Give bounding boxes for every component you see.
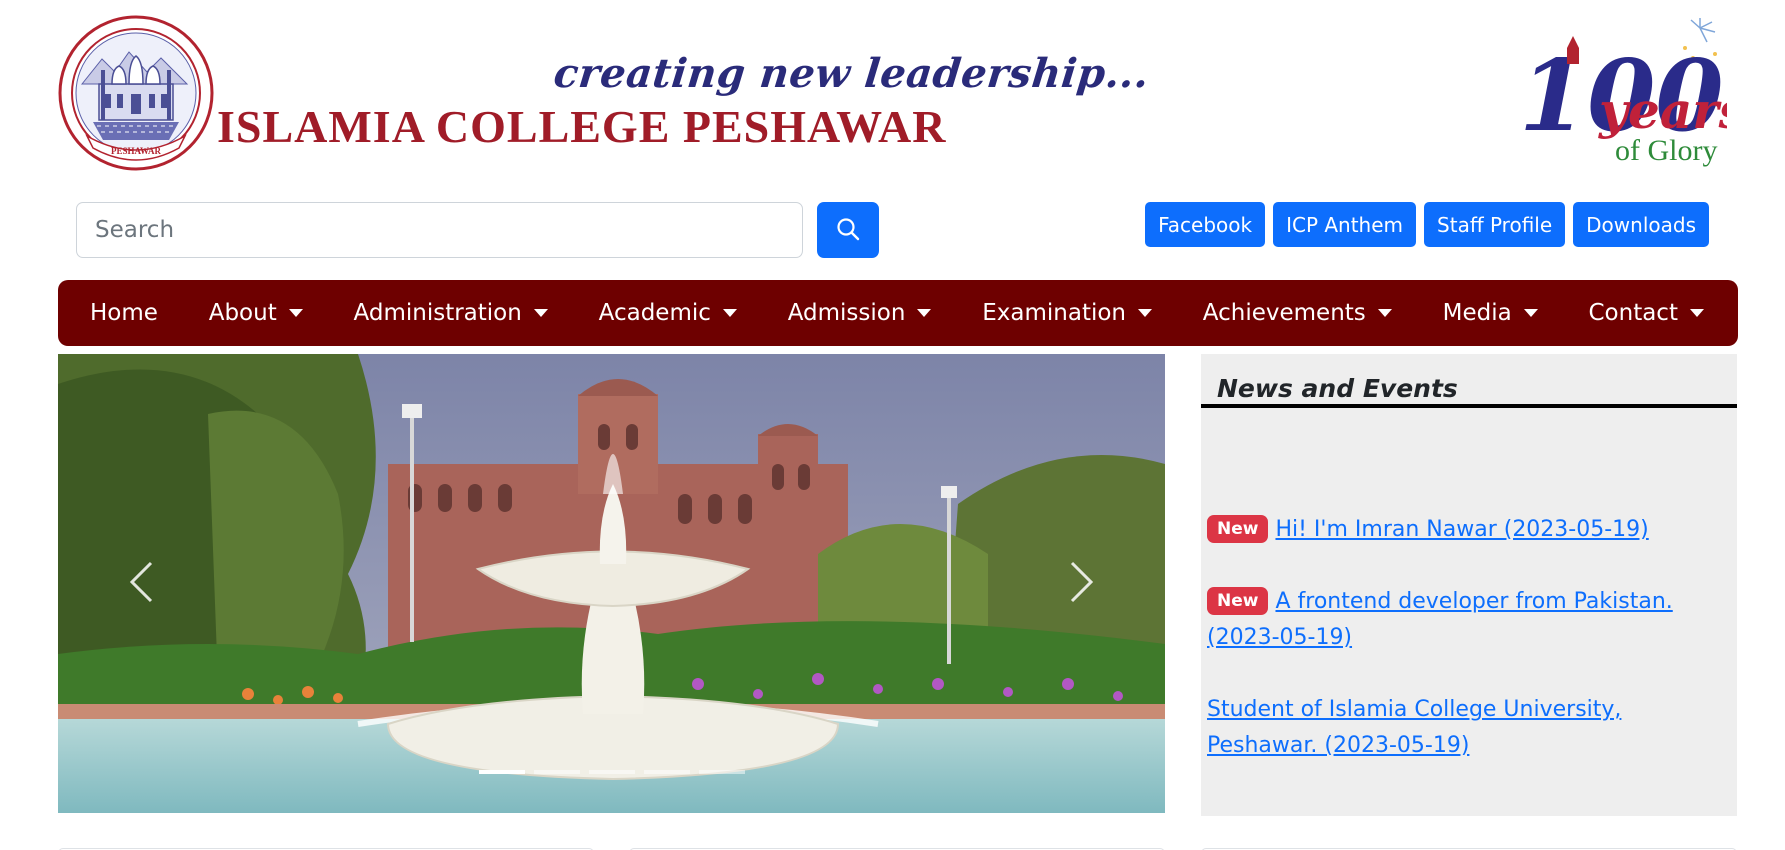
search-button[interactable]: [817, 202, 879, 258]
icp-anthem-button[interactable]: ICP Anthem: [1273, 202, 1417, 247]
caret-down-icon: [1138, 309, 1152, 317]
nav-examination[interactable]: Examination: [982, 300, 1152, 326]
centenary-logo: 100 years of Glory: [1515, 18, 1747, 170]
staff-profile-button[interactable]: Staff Profile: [1424, 202, 1566, 247]
nav-media[interactable]: Media: [1443, 300, 1538, 326]
news-divider: [1201, 404, 1737, 408]
main-navbar: Home About Administration Academic Admis…: [58, 280, 1738, 346]
svg-text:PESHAWAR: PESHAWAR: [111, 146, 162, 156]
news-link[interactable]: A frontend developer from Pakistan. (202…: [1207, 589, 1673, 650]
nav-admission[interactable]: Admission: [788, 300, 932, 326]
new-badge: New: [1207, 587, 1269, 615]
carousel-slide-image: [58, 354, 1165, 813]
downloads-button[interactable]: Downloads: [1573, 202, 1709, 247]
quick-links: Facebook ICP Anthem Staff Profile Downlo…: [1145, 202, 1709, 247]
news-link[interactable]: Hi! I'm Imran Nawar (2023-05-19): [1275, 517, 1648, 542]
caret-down-icon: [1689, 309, 1704, 317]
carousel-indicator[interactable]: [589, 770, 635, 774]
carousel-indicator[interactable]: [699, 770, 745, 774]
carousel-indicator[interactable]: [534, 770, 580, 774]
new-badge: New: [1207, 515, 1269, 543]
carousel-prev-button[interactable]: [116, 559, 166, 609]
nav-administration[interactable]: Administration: [354, 300, 548, 326]
college-seal-logo: PESHAWAR: [57, 14, 215, 172]
news-title: News and Events: [1217, 374, 1458, 403]
news-item: New Hi! I'm Imran Nawar (2023-05-19): [1207, 512, 1727, 548]
news-events-panel: News and Events New Hi! I'm Imran Nawar (…: [1201, 354, 1737, 816]
search-icon: [836, 217, 860, 244]
nav-about[interactable]: About: [209, 300, 303, 326]
caret-down-icon: [722, 309, 737, 317]
image-carousel[interactable]: [58, 354, 1165, 813]
news-item: New A frontend developer from Pakistan. (…: [1207, 584, 1727, 656]
news-item: Student of Islamia College University, P…: [1207, 692, 1727, 764]
facebook-button[interactable]: Facebook: [1145, 202, 1266, 247]
tagline: creating new leadership...: [551, 50, 1152, 97]
nav-achievements[interactable]: Achievements: [1203, 300, 1392, 326]
caret-down-icon: [1377, 309, 1392, 317]
carousel-indicator[interactable]: [479, 770, 525, 774]
nav-home[interactable]: Home: [90, 300, 158, 326]
centenary-subtitle: of Glory: [1615, 134, 1717, 167]
news-link[interactable]: Student of Islamia College University, P…: [1207, 697, 1621, 758]
carousel-indicators: [479, 770, 745, 774]
news-list: New Hi! I'm Imran Nawar (2023-05-19) New A…: [1207, 512, 1727, 800]
caret-down-icon: [1523, 309, 1538, 317]
centenary-word: years: [1598, 81, 1727, 140]
college-name: ISLAMIA COLLEGE PESHAWAR: [217, 101, 947, 152]
carousel-indicator[interactable]: [644, 770, 690, 774]
chevron-left-icon: [127, 560, 155, 609]
nav-academic[interactable]: Academic: [599, 300, 737, 326]
caret-down-icon: [917, 309, 932, 317]
nav-contact[interactable]: Contact: [1588, 300, 1704, 326]
search-input[interactable]: [76, 202, 803, 258]
caret-down-icon: [288, 309, 303, 317]
caret-down-icon: [533, 309, 548, 317]
carousel-next-button[interactable]: [1057, 559, 1107, 609]
chevron-right-icon: [1068, 560, 1096, 609]
